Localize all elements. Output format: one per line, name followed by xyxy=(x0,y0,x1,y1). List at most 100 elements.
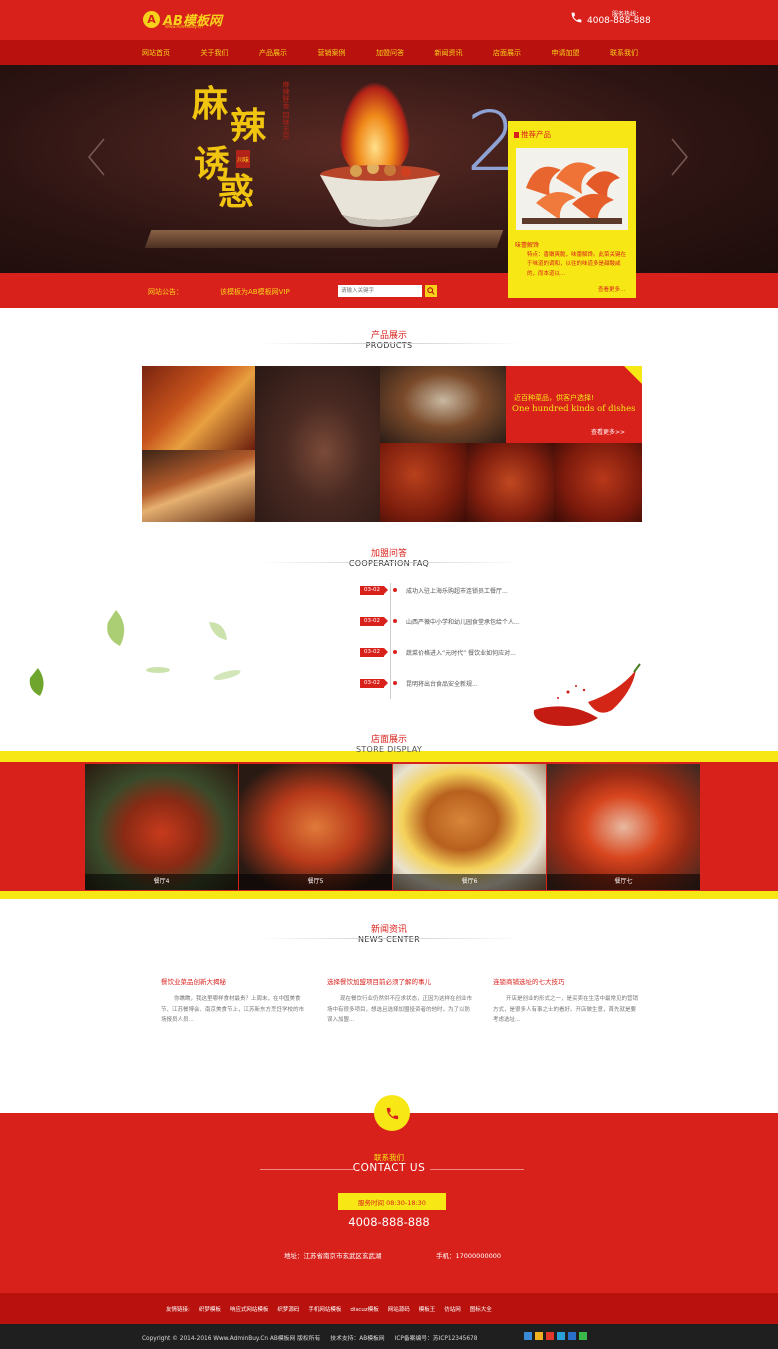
store-card[interactable]: 餐厅七 xyxy=(547,764,700,890)
product-image-7[interactable] xyxy=(554,443,642,522)
share-qzone-icon[interactable] xyxy=(535,1332,543,1340)
faq-dot xyxy=(393,650,397,654)
friend-links-bar: 友情链接: 织梦模板 响应式网站模板 织梦源码 手机网站模板 discuz模板 … xyxy=(0,1293,778,1324)
leaf-decoration xyxy=(146,667,170,673)
divider xyxy=(258,343,522,344)
banner-char-2: 辣 xyxy=(230,105,267,147)
product-image-4[interactable] xyxy=(380,366,506,443)
recommended-more-link[interactable]: 查看更多... xyxy=(598,285,625,293)
nav-news[interactable]: 新闻资讯 xyxy=(433,48,465,58)
logo-subtitle: Www.AdminBuy.Cn xyxy=(165,24,203,29)
product-grid: 近百种菜品，供客户选择! One hundred kinds of dishes… xyxy=(142,366,642,522)
faq-item[interactable]: 03-02 山西严薇中小学和幼儿园食堂承包给个人... xyxy=(360,615,560,627)
share-icons xyxy=(524,1332,587,1340)
notice-text[interactable]: 该模板为AB模板网VIP xyxy=(220,287,290,297)
products-more-link[interactable]: 查看更多>> xyxy=(591,427,625,436)
corner-decoration xyxy=(624,366,642,384)
nav-stores[interactable]: 店面展示 xyxy=(491,48,523,58)
feature-text-en: One hundred kinds of dishes xyxy=(512,404,636,414)
news-body: 开店是创业的形式之一，是买卖在生活中最常见的营销方式，是很多人有事之士的看好。开… xyxy=(493,996,639,1023)
banner-char-4: 惑 xyxy=(218,171,255,213)
friend-link[interactable]: 图标大全 xyxy=(470,1305,492,1313)
copyright-text: Copyright © 2014-2016 Www.AdminBuy.Cn AB… xyxy=(142,1336,321,1342)
logo[interactable]: A AB模板网 Www.AdminBuy.Cn xyxy=(143,8,223,30)
hotline-number: 4008-888-888 xyxy=(587,16,651,26)
shrimp-image[interactable] xyxy=(516,148,628,230)
service-hours: 服务时间 08:30-18:30 xyxy=(338,1193,446,1210)
store-section-title: 店面展示 STORE DISPLAY xyxy=(0,732,778,754)
nav-about[interactable]: 关于我们 xyxy=(199,48,231,58)
search-button[interactable] xyxy=(425,285,437,297)
store-card[interactable]: 餐厅6 xyxy=(393,764,546,890)
faq-date: 03-02 xyxy=(360,616,388,626)
product-image-1[interactable] xyxy=(142,366,255,450)
friend-link[interactable]: 手机网站模板 xyxy=(308,1305,341,1313)
product-image-3[interactable] xyxy=(255,366,380,522)
chevron-right-icon[interactable] xyxy=(668,137,690,177)
heading-marker xyxy=(514,131,519,138)
contact-address: 地址：江苏省南京市玄武区玄武湖 xyxy=(284,1252,382,1260)
friend-link[interactable]: 仿站网 xyxy=(444,1305,461,1313)
banner-char-1: 麻 xyxy=(192,83,229,125)
news-body: 你瞧瞧，我这里哪样食材最贵？上周末，在中国美食节、江苏餐博会、南京美食节上，江苏… xyxy=(161,996,305,1023)
share-wechat-icon[interactable] xyxy=(579,1332,587,1340)
friend-link[interactable]: 织梦源码 xyxy=(277,1305,299,1313)
faq-text: 蔬菜价格进入“元时代” 餐饮业如何应对... xyxy=(406,649,516,657)
product-image-5[interactable] xyxy=(380,443,467,522)
nav-join[interactable]: 申请加盟 xyxy=(550,48,582,58)
friend-link[interactable]: discuz模板 xyxy=(350,1305,378,1313)
nav-faq[interactable]: 加盟问答 xyxy=(374,48,406,58)
nav-contact[interactable]: 联系我们 xyxy=(608,48,640,58)
store-card[interactable]: 餐厅5 xyxy=(239,764,392,890)
contact-mobile: 手机：17000000000 xyxy=(436,1252,501,1260)
share-tqq-icon[interactable] xyxy=(557,1332,565,1340)
site-header: A AB模板网 Www.AdminBuy.Cn 服务热线： 4008-888-8… xyxy=(0,0,778,40)
faq-section-title: 加盟问答 COOPERATION FAQ xyxy=(0,546,778,568)
share-weibo-icon[interactable] xyxy=(546,1332,554,1340)
chevron-left-icon[interactable] xyxy=(86,137,108,177)
products-section-title: 产品展示 PRODUCTS xyxy=(0,328,778,350)
friend-link[interactable]: 网站源码 xyxy=(388,1305,410,1313)
share-renren-icon[interactable] xyxy=(568,1332,576,1340)
news-title[interactable]: 连锁商铺选址的七大技巧 xyxy=(493,976,641,986)
notice-bar: 网站公告： 该模板为AB模板网VIP xyxy=(0,273,778,308)
tech-support[interactable]: 技术支持：AB模板网 xyxy=(330,1333,384,1342)
divider xyxy=(258,938,522,939)
store-card[interactable]: 餐厅4 xyxy=(85,764,238,890)
contact-title-en: CONTACT US xyxy=(352,1162,426,1174)
recommended-product-description: 特点：香嫩爽脆，味蕾解馋。此菜关键在于味道的调和，以往的味道多是甜酸咸的，而本道… xyxy=(527,252,627,277)
feature-text-cn: 近百种菜品，供客户选择! xyxy=(514,394,594,402)
product-image-6[interactable] xyxy=(467,443,554,522)
product-image-2[interactable] xyxy=(142,450,255,522)
nav-cases[interactable]: 营销案例 xyxy=(316,48,348,58)
leaf-decoration xyxy=(29,668,44,696)
news-title[interactable]: 餐饮业菜品创新大揭秘 xyxy=(161,976,309,986)
news-item: 连锁商铺选址的七大技巧 开店是创业的形式之一，是买卖在生活中最常见的营销方式，是… xyxy=(493,976,641,1026)
contact-section: 联系我们 CONTACT US 服务时间 08:30-18:30 4008-88… xyxy=(0,1095,778,1293)
hero-banner: 麻 辣 诱 惑 川味 麻辣鲜香 回味无穷 2 xyxy=(0,65,778,273)
news-title[interactable]: 选择餐饮加盟项目前必须了解的事儿 xyxy=(327,976,475,986)
friend-link[interactable]: 响应式网站模板 xyxy=(230,1305,269,1313)
friend-link[interactable]: 织梦模板 xyxy=(199,1305,221,1313)
faq-date: 03-02 xyxy=(360,678,388,688)
nav-products[interactable]: 产品展示 xyxy=(257,48,289,58)
share-plus-icon[interactable] xyxy=(524,1332,532,1340)
search-input[interactable] xyxy=(338,285,422,297)
recommended-product-name[interactable]: 味蕾解馋 xyxy=(515,240,539,249)
faq-dot xyxy=(393,588,397,592)
faq-item[interactable]: 03-02 蔬菜价格进入“元时代” 餐饮业如何应对... xyxy=(360,646,560,658)
fire-image xyxy=(340,83,410,175)
divider xyxy=(260,1169,354,1170)
product-feature-panel: 近百种菜品，供客户选择! One hundred kinds of dishes… xyxy=(506,366,642,443)
friend-link[interactable]: 模板王 xyxy=(419,1305,436,1313)
banner-seal: 川味 xyxy=(236,150,250,168)
leaf-decoration xyxy=(213,670,241,680)
news-body: 现在餐饮行业仍然供不应求状态，正因为这样在创业市场中有很多项目，想选且选择加盟投… xyxy=(327,996,473,1023)
faq-item[interactable]: 03-02 成功入驻上海乐购超市连锁员工餐厅... xyxy=(360,584,560,596)
store-caption: 餐厅4 xyxy=(85,874,238,890)
icp-number[interactable]: ICP备案编号：苏ICP12345678 xyxy=(395,1333,478,1342)
recommended-heading-text: 推荐产品 xyxy=(521,130,551,139)
nav-home[interactable]: 网站首页 xyxy=(140,48,172,58)
contact-phone: 4008-888-888 xyxy=(348,1215,430,1229)
faq-text: 昆明将出台食品安全新规... xyxy=(406,680,478,688)
